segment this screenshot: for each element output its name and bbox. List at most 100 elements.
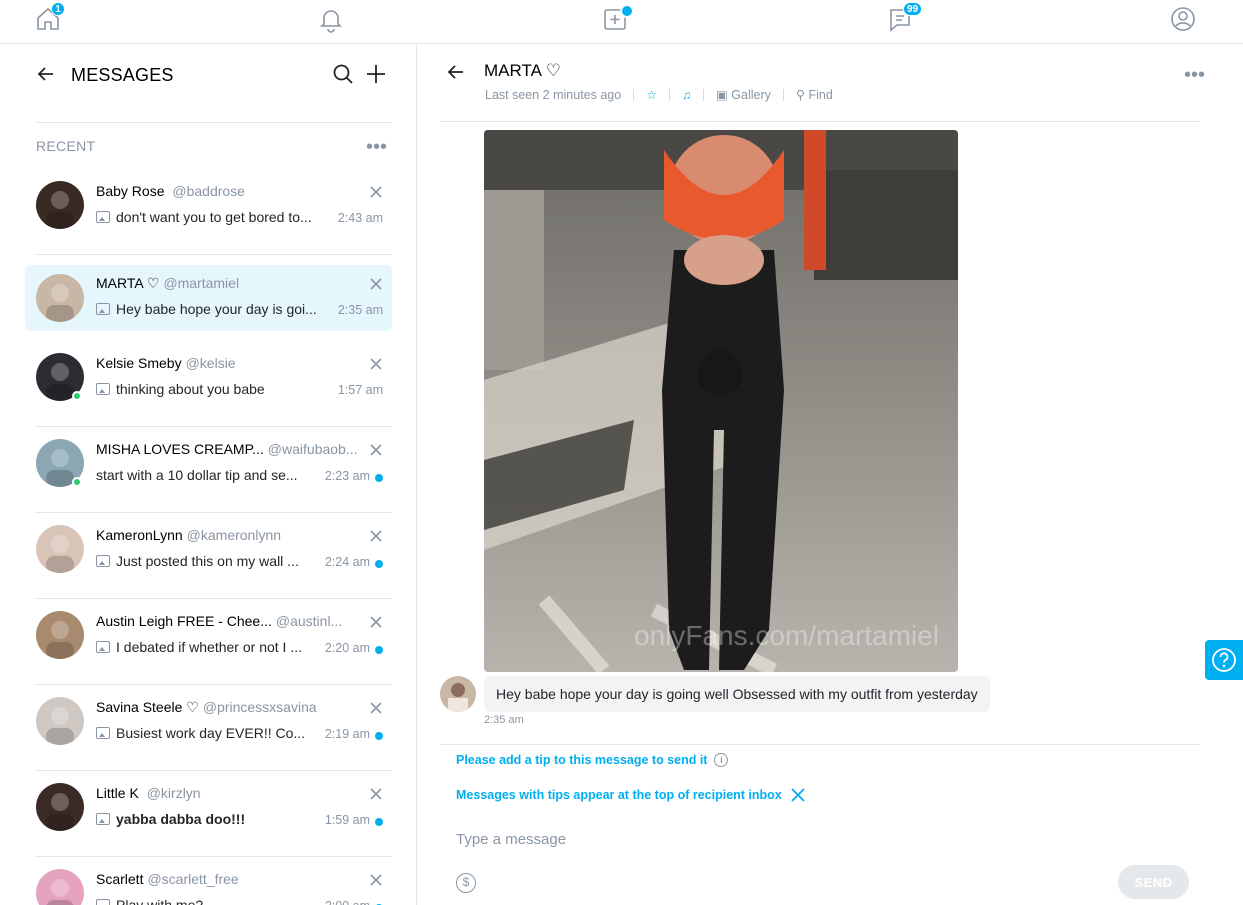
help-button[interactable] <box>1205 640 1243 680</box>
chat-handle: @austinl... <box>275 613 343 629</box>
send-button[interactable]: SEND <box>1118 865 1189 899</box>
chat-name: MISHA LOVES CREAMP... @waifubaob... <box>96 441 358 457</box>
messages-header: MESSAGES <box>36 62 392 86</box>
recent-more-icon[interactable]: ••• <box>366 137 387 157</box>
new-post-dot <box>620 4 634 18</box>
close-icon[interactable] <box>790 787 806 803</box>
chat-preview: I debated if whether or not I ... <box>96 639 326 655</box>
image-icon <box>96 727 110 739</box>
page-title: MESSAGES <box>71 65 174 85</box>
avatar[interactable] <box>36 611 84 659</box>
chat-name: MARTA ♡ @martamiel <box>96 275 240 291</box>
play-icon[interactable] <box>697 350 743 396</box>
messages-nav-button[interactable]: 99 <box>885 2 923 34</box>
chat-time: 2:35 am <box>337 303 383 317</box>
chat-list-panel: MESSAGES RECENT ••• Baby Rose @baddrose d… <box>0 44 417 905</box>
message-input[interactable] <box>456 824 1186 854</box>
chat-preview: Busiest work day EVER!! Co... <box>96 725 326 741</box>
back-arrow-icon[interactable] <box>36 64 56 84</box>
star-icon[interactable]: ☆ <box>646 88 657 102</box>
home-badge: 1 <box>51 2 65 16</box>
profile-icon <box>1171 7 1195 31</box>
avatar[interactable] <box>36 869 84 905</box>
chat-list-item[interactable]: Baby Rose @baddrose don't want you to get… <box>25 169 392 255</box>
chat-list-item[interactable]: Austin Leigh FREE - Chee... @austinl... I … <box>25 599 392 685</box>
chat-time: 1:57 am <box>337 383 383 397</box>
chat-name: Austin Leigh FREE - Chee... @austinl... <box>96 613 343 629</box>
avatar[interactable] <box>36 181 84 229</box>
chat-list: Baby Rose @baddrose don't want you to get… <box>25 169 392 905</box>
avatar[interactable] <box>36 697 84 745</box>
home-nav-button[interactable]: 1 <box>33 2 65 34</box>
find-link[interactable]: ⚲ Find <box>796 87 833 102</box>
chat-handle: @kelsie <box>185 355 236 371</box>
close-icon[interactable] <box>370 702 382 714</box>
chat-name: Little K @kirzlyn <box>96 785 201 801</box>
header-divider <box>36 122 392 123</box>
close-icon[interactable] <box>370 616 382 628</box>
avatar-image <box>36 525 84 573</box>
chat-list-item[interactable]: Kelsie Smeby @kelsie thinking about you ba… <box>25 341 392 427</box>
avatar-image <box>36 181 84 229</box>
conversation-title: MARTA ♡ <box>484 61 561 80</box>
info-icon[interactable]: i <box>714 753 729 767</box>
chat-preview: Hey babe hope your day is goi... <box>96 301 326 317</box>
chat-preview: Just posted this on my wall ... <box>96 553 326 569</box>
close-icon[interactable] <box>370 278 382 290</box>
chat-preview: thinking about you babe <box>96 381 326 397</box>
close-icon[interactable] <box>370 788 382 800</box>
tips-inbox-note: Messages with tips appear at the top of … <box>456 787 806 803</box>
chat-list-item[interactable]: MARTA ♡ @martamiel Hey babe hope your day … <box>25 265 392 331</box>
close-icon[interactable] <box>370 874 382 886</box>
online-indicator <box>72 391 82 401</box>
close-icon[interactable] <box>370 186 382 198</box>
chat-handle: @baddrose <box>172 183 245 199</box>
chat-time: 2:24 am <box>324 555 370 569</box>
chat-handle: @kameronlynn <box>186 527 282 543</box>
conversation-header: MARTA ♡ Last seen 2 minutes ago ☆ ♫ ▣ Ga… <box>440 44 1205 122</box>
close-icon[interactable] <box>370 530 382 542</box>
chat-preview: don't want you to get bored to... <box>96 209 326 225</box>
chat-list-item[interactable]: MISHA LOVES CREAMP... @waifubaob... start … <box>25 427 392 513</box>
composer-divider <box>440 744 1200 745</box>
close-icon[interactable] <box>370 444 382 456</box>
gallery-link[interactable]: ▣ Gallery <box>716 87 771 102</box>
profile-nav-button[interactable] <box>1168 4 1198 34</box>
chat-list-item[interactable]: Savina Steele ♡ @princessxsavina Busiest w… <box>25 685 392 771</box>
back-arrow-icon[interactable] <box>446 62 466 82</box>
tip-required-note: Please add a tip to this message to send… <box>456 753 729 767</box>
notification-bell-icon[interactable]: ♫ <box>682 88 691 102</box>
chat-handle: @waifubaob... <box>267 441 358 457</box>
avatar[interactable] <box>36 783 84 831</box>
close-icon[interactable] <box>370 358 382 370</box>
avatar[interactable] <box>440 676 476 712</box>
chat-list-item[interactable]: Scarlett@scarlett_free Play with me?2:00 … <box>25 857 392 905</box>
chat-time: 1:59 am <box>324 813 370 827</box>
watermark-text: onlyFans.com/martamiel <box>634 620 939 651</box>
new-post-nav-button[interactable] <box>600 4 634 34</box>
tip-dollar-icon[interactable]: $ <box>456 873 476 893</box>
chat-list-item[interactable]: Little K @kirzlyn yabba dabba doo!!! 1:59… <box>25 771 392 857</box>
new-message-plus-icon[interactable] <box>364 62 388 86</box>
image-icon <box>96 813 110 825</box>
search-icon[interactable] <box>332 63 354 85</box>
message-time: 2:35 am <box>484 714 524 726</box>
video-message[interactable]: onlyFans.com/martamiel <box>484 130 958 672</box>
chat-list-item[interactable]: KameronLynn @kameronlynn Just posted this … <box>25 513 392 599</box>
recent-label: RECENT <box>36 138 96 154</box>
avatar[interactable] <box>36 274 84 322</box>
question-icon <box>1212 648 1236 672</box>
avatar[interactable] <box>36 525 84 573</box>
unread-dot <box>375 732 383 740</box>
chat-handle: @princessxsavina <box>202 699 317 715</box>
conversation-panel: MARTA ♡ Last seen 2 minutes ago ☆ ♫ ▣ Ga… <box>418 44 1243 905</box>
chat-handle: @martamiel <box>163 275 240 291</box>
unread-dot <box>375 646 383 654</box>
avatar-image <box>36 611 84 659</box>
chat-divider <box>35 254 392 255</box>
last-seen-text: Last seen 2 minutes ago <box>485 87 622 102</box>
chat-time: 2:19 am <box>324 727 370 741</box>
unread-dot <box>375 818 383 826</box>
conversation-more-icon[interactable]: ••• <box>1184 65 1205 85</box>
notifications-nav-button[interactable] <box>316 4 346 34</box>
